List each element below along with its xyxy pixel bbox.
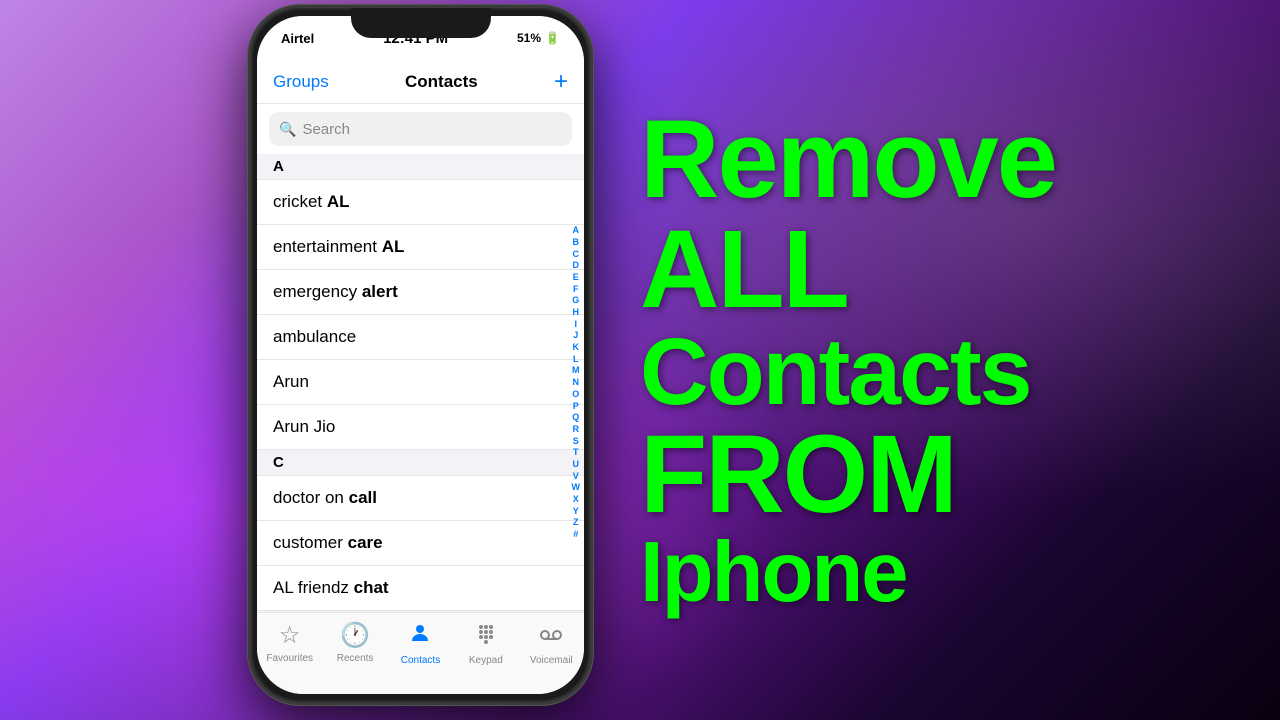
contact-row[interactable]: ambulance xyxy=(257,315,584,360)
tab-contacts[interactable]: Contacts xyxy=(393,621,448,666)
alpha-s[interactable]: S xyxy=(573,436,579,448)
alpha-w[interactable]: W xyxy=(572,482,581,494)
alpha-z[interactable]: Z xyxy=(573,517,579,529)
groups-button[interactable]: Groups xyxy=(273,72,329,92)
overlay-line-3: Contacts xyxy=(640,325,1030,420)
contacts-icon xyxy=(408,621,432,652)
tab-keypad[interactable]: Keypad xyxy=(458,621,513,666)
battery-percent: 51% xyxy=(517,31,541,45)
section-header-d: D xyxy=(257,611,584,612)
overlay-line-2: ALL xyxy=(640,215,848,325)
contact-bold: call xyxy=(349,488,377,507)
alpha-g[interactable]: G xyxy=(572,295,579,307)
overlay-line-5: Iphone xyxy=(640,530,907,615)
search-input[interactable]: Search xyxy=(302,121,350,138)
alpha-h[interactable]: H xyxy=(573,307,580,319)
search-bar-container: 🔍 Search xyxy=(257,104,584,154)
alpha-x[interactable]: X xyxy=(573,494,579,506)
alpha-a[interactable]: A xyxy=(573,225,580,237)
overlay-line-1: Remove xyxy=(640,105,1056,215)
contact-bold: alert xyxy=(362,282,398,301)
contact-row[interactable]: cricket AL xyxy=(257,180,584,225)
alpha-u[interactable]: U xyxy=(573,459,580,471)
tab-favourites[interactable]: ☆ Favourites xyxy=(262,621,317,664)
search-bar[interactable]: 🔍 Search xyxy=(269,112,572,146)
contact-bold: AL xyxy=(327,192,350,211)
contacts-scroll-area[interactable]: A cricket AL entertainment AL emergency … xyxy=(257,154,584,612)
add-contact-button[interactable]: + xyxy=(554,68,568,96)
phone-frame: Airtel 12:41 PM 51% 🔋 Groups Contacts + xyxy=(248,5,593,705)
overlay-line-4: FROM xyxy=(640,420,956,530)
alpha-hash[interactable]: # xyxy=(573,529,578,541)
contact-row[interactable]: Arun Jio xyxy=(257,405,584,450)
contact-row[interactable]: Arun xyxy=(257,360,584,405)
alpha-d[interactable]: D xyxy=(573,260,580,272)
voicemail-icon xyxy=(539,621,563,652)
section-header-c: C xyxy=(257,450,584,476)
alpha-q[interactable]: Q xyxy=(572,412,579,424)
contact-row[interactable]: emergency alert xyxy=(257,270,584,315)
alpha-n[interactable]: N xyxy=(573,377,580,389)
battery-icon: 🔋 xyxy=(545,31,560,45)
search-icon: 🔍 xyxy=(279,121,296,138)
alpha-j[interactable]: J xyxy=(573,330,578,342)
alpha-f[interactable]: F xyxy=(573,284,579,296)
alpha-m[interactable]: M xyxy=(572,365,580,377)
favourites-icon: ☆ xyxy=(279,621,301,650)
contact-row[interactable]: doctor on call xyxy=(257,476,584,521)
contact-bold: AL xyxy=(382,237,405,256)
contact-row[interactable]: customer care xyxy=(257,521,584,566)
section-header-a: A xyxy=(257,154,584,180)
tab-favourites-label: Favourites xyxy=(266,653,313,664)
phone-notch xyxy=(351,8,491,38)
contact-bold: care xyxy=(348,533,383,552)
alpha-c[interactable]: C xyxy=(573,249,580,261)
alpha-b[interactable]: B xyxy=(573,237,580,249)
alpha-e[interactable]: E xyxy=(573,272,579,284)
overlay-text-block: Remove ALL Contacts FROM Iphone xyxy=(600,0,1280,720)
alpha-y[interactable]: Y xyxy=(573,506,579,518)
contact-row[interactable]: entertainment AL xyxy=(257,225,584,270)
tab-bar: ☆ Favourites 🕐 Recents xyxy=(257,612,584,694)
alphabet-index[interactable]: A B C D E F G H I J K L M N O xyxy=(572,154,581,612)
tab-recents[interactable]: 🕐 Recents xyxy=(328,621,383,664)
phone-screen: Airtel 12:41 PM 51% 🔋 Groups Contacts + xyxy=(257,16,584,694)
alpha-i[interactable]: I xyxy=(574,319,577,331)
contact-bold: chat xyxy=(354,578,389,597)
alpha-l[interactable]: L xyxy=(573,354,579,366)
contacts-list: A cricket AL entertainment AL emergency … xyxy=(257,154,584,612)
recents-icon: 🕐 xyxy=(340,621,370,650)
tab-contacts-label: Contacts xyxy=(401,655,440,666)
alpha-v[interactable]: V xyxy=(573,471,579,483)
alpha-o[interactable]: O xyxy=(572,389,579,401)
nav-bar: Groups Contacts + xyxy=(257,60,584,104)
battery-label: 51% 🔋 xyxy=(517,31,560,45)
tab-recents-label: Recents xyxy=(337,653,374,664)
tab-voicemail-label: Voicemail xyxy=(530,655,573,666)
keypad-icon xyxy=(474,621,498,652)
carrier-label: Airtel xyxy=(281,31,314,46)
page-title: Contacts xyxy=(405,72,478,92)
alpha-t[interactable]: T xyxy=(573,447,579,459)
alpha-r[interactable]: R xyxy=(573,424,580,436)
tab-keypad-label: Keypad xyxy=(469,655,503,666)
alpha-p[interactable]: P xyxy=(573,401,579,413)
alpha-k[interactable]: K xyxy=(573,342,580,354)
tab-voicemail[interactable]: Voicemail xyxy=(524,621,579,666)
phone-device: Airtel 12:41 PM 51% 🔋 Groups Contacts + xyxy=(248,5,593,705)
contact-row[interactable]: AL friendz chat xyxy=(257,566,584,611)
